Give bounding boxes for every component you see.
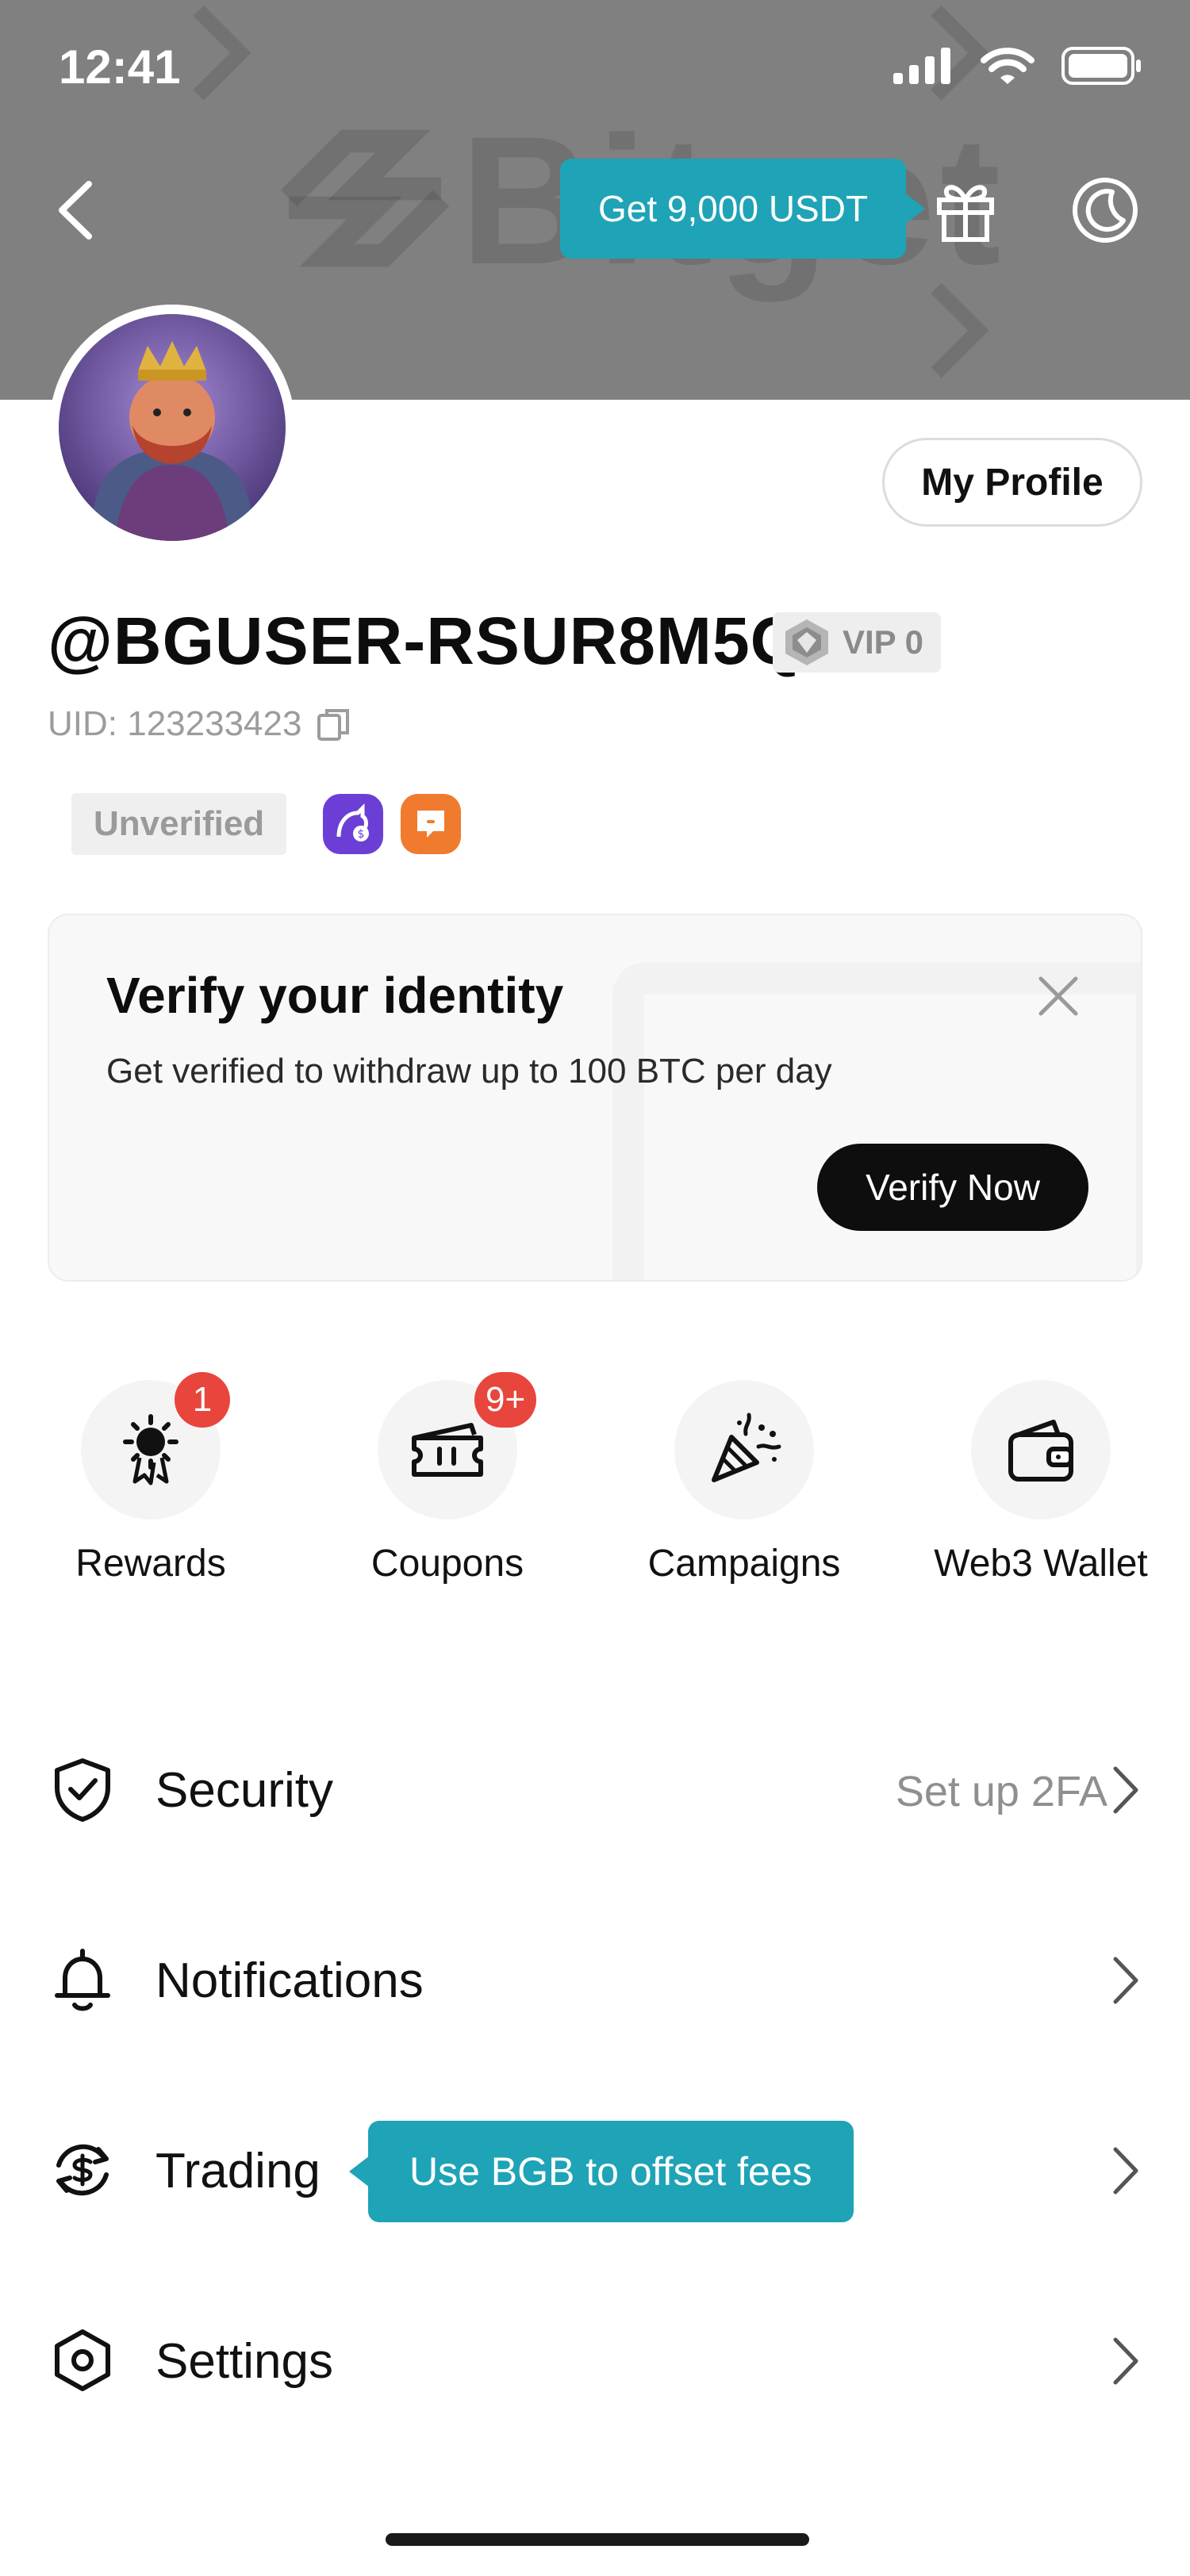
dollar-cycle-icon (56, 2144, 109, 2196)
chat-badge-icon[interactable] (401, 794, 462, 854)
cellular-signal-icon (893, 48, 950, 84)
chevron-right-icon (1113, 2337, 1138, 2385)
promo-tooltip[interactable]: Get 9,000 USDT (560, 159, 926, 259)
arrow-watermark (931, 282, 989, 378)
coupon-ticket-icon (412, 1423, 483, 1477)
dark-mode-moon-icon[interactable] (1069, 174, 1141, 246)
verification-status-badge[interactable]: Unverified (71, 793, 287, 855)
verify-now-button[interactable]: Verify Now (817, 1144, 1088, 1231)
vip-badge[interactable]: VIP 0 (773, 612, 941, 673)
quick-action-rewards[interactable]: 1 Rewards (16, 1372, 286, 1585)
coupons-badge: 9+ (474, 1372, 537, 1428)
my-profile-button[interactable]: My Profile (882, 438, 1142, 527)
uid-text: UID: 123233423 (48, 704, 302, 743)
coupons-label: Coupons (370, 1543, 524, 1585)
pegasus-badge-icon[interactable]: $ (323, 794, 384, 854)
quick-actions: 1 Rewards 9+ Coupons Campaigns Web3 Wall… (0, 1372, 1190, 1602)
menu-item-notifications[interactable]: Notifications (0, 1916, 1190, 2043)
campaigns-icon-circle (674, 1380, 814, 1520)
wifi-icon (981, 48, 1035, 84)
chevron-right-icon (1113, 2147, 1138, 2195)
verify-identity-card: Verify your identity Get verified to wit… (48, 914, 1142, 1282)
rewards-medal-icon (123, 1414, 178, 1485)
menu-item-security[interactable]: Security Set up 2FA (0, 1726, 1190, 1853)
status-time: 12:41 (59, 40, 181, 94)
chevron-right-icon (1113, 1766, 1138, 1814)
arrow-watermark (193, 5, 251, 101)
hexagon-settings-icon (55, 2329, 110, 2391)
avatar[interactable] (49, 305, 295, 550)
quick-action-web3-wallet[interactable]: Web3 Wallet (906, 1380, 1176, 1585)
chat-bubble-icon (417, 811, 445, 838)
verify-card-subtitle: Get verified to withdraw up to 100 BTC p… (106, 1052, 832, 1091)
campaigns-label: Campaigns (647, 1543, 841, 1585)
svg-text:$: $ (358, 828, 365, 841)
menu-item-settings[interactable]: Settings (0, 2297, 1190, 2424)
home-indicator[interactable] (386, 2533, 809, 2546)
menu-item-trading[interactable]: Trading Use BGB to offset fees (0, 2106, 1190, 2233)
rewards-badge: 1 (175, 1372, 230, 1428)
badge-row: Unverified $ (71, 793, 462, 855)
menu-label-notifications: Notifications (155, 1953, 424, 2008)
wallet-icon-circle (971, 1380, 1111, 1520)
menu-label-settings: Settings (155, 2334, 334, 2389)
menu-label-security: Security (155, 1763, 333, 1818)
verification-status-label: Unverified (94, 804, 265, 843)
setup-2fa-hint: Set up 2FA (895, 1768, 1107, 1815)
coupons-icon-circle: 9+ (378, 1372, 537, 1520)
chevron-right-icon (1113, 1957, 1138, 2004)
close-icon[interactable] (1033, 971, 1084, 1022)
quick-action-campaigns[interactable]: Campaigns (609, 1380, 879, 1585)
wallet-icon (1008, 1420, 1073, 1482)
status-icons (893, 46, 1142, 86)
copy-icon[interactable] (316, 706, 352, 742)
battery-icon (1061, 47, 1141, 85)
gift-icon[interactable] (930, 174, 1001, 246)
pegasus-icon: $ (336, 803, 370, 841)
vip-label: VIP 0 (843, 623, 923, 661)
verify-card-title: Verify your identity (106, 967, 564, 1024)
username: @BGUSER-RSUR8M5Q (48, 604, 804, 678)
bell-icon (55, 1949, 110, 2011)
vip-diamond-icon (785, 619, 828, 665)
uid-row: UID: 123233423 (48, 704, 352, 744)
web3-wallet-label: Web3 Wallet (934, 1543, 1148, 1585)
bgb-fee-tooltip[interactable]: Use BGB to offset fees (349, 2121, 854, 2222)
rewards-icon-circle: 1 (81, 1372, 230, 1520)
menu-label-trading: Trading (155, 2144, 321, 2198)
party-popper-icon (712, 1413, 781, 1482)
avatar-king-image (59, 314, 286, 541)
shield-check-icon (55, 1758, 110, 1822)
quick-action-coupons[interactable]: 9+ Coupons (313, 1372, 582, 1585)
rewards-label: Rewards (75, 1543, 226, 1585)
brand-logo-watermark (280, 129, 450, 267)
back-arrow-icon[interactable] (48, 174, 103, 246)
